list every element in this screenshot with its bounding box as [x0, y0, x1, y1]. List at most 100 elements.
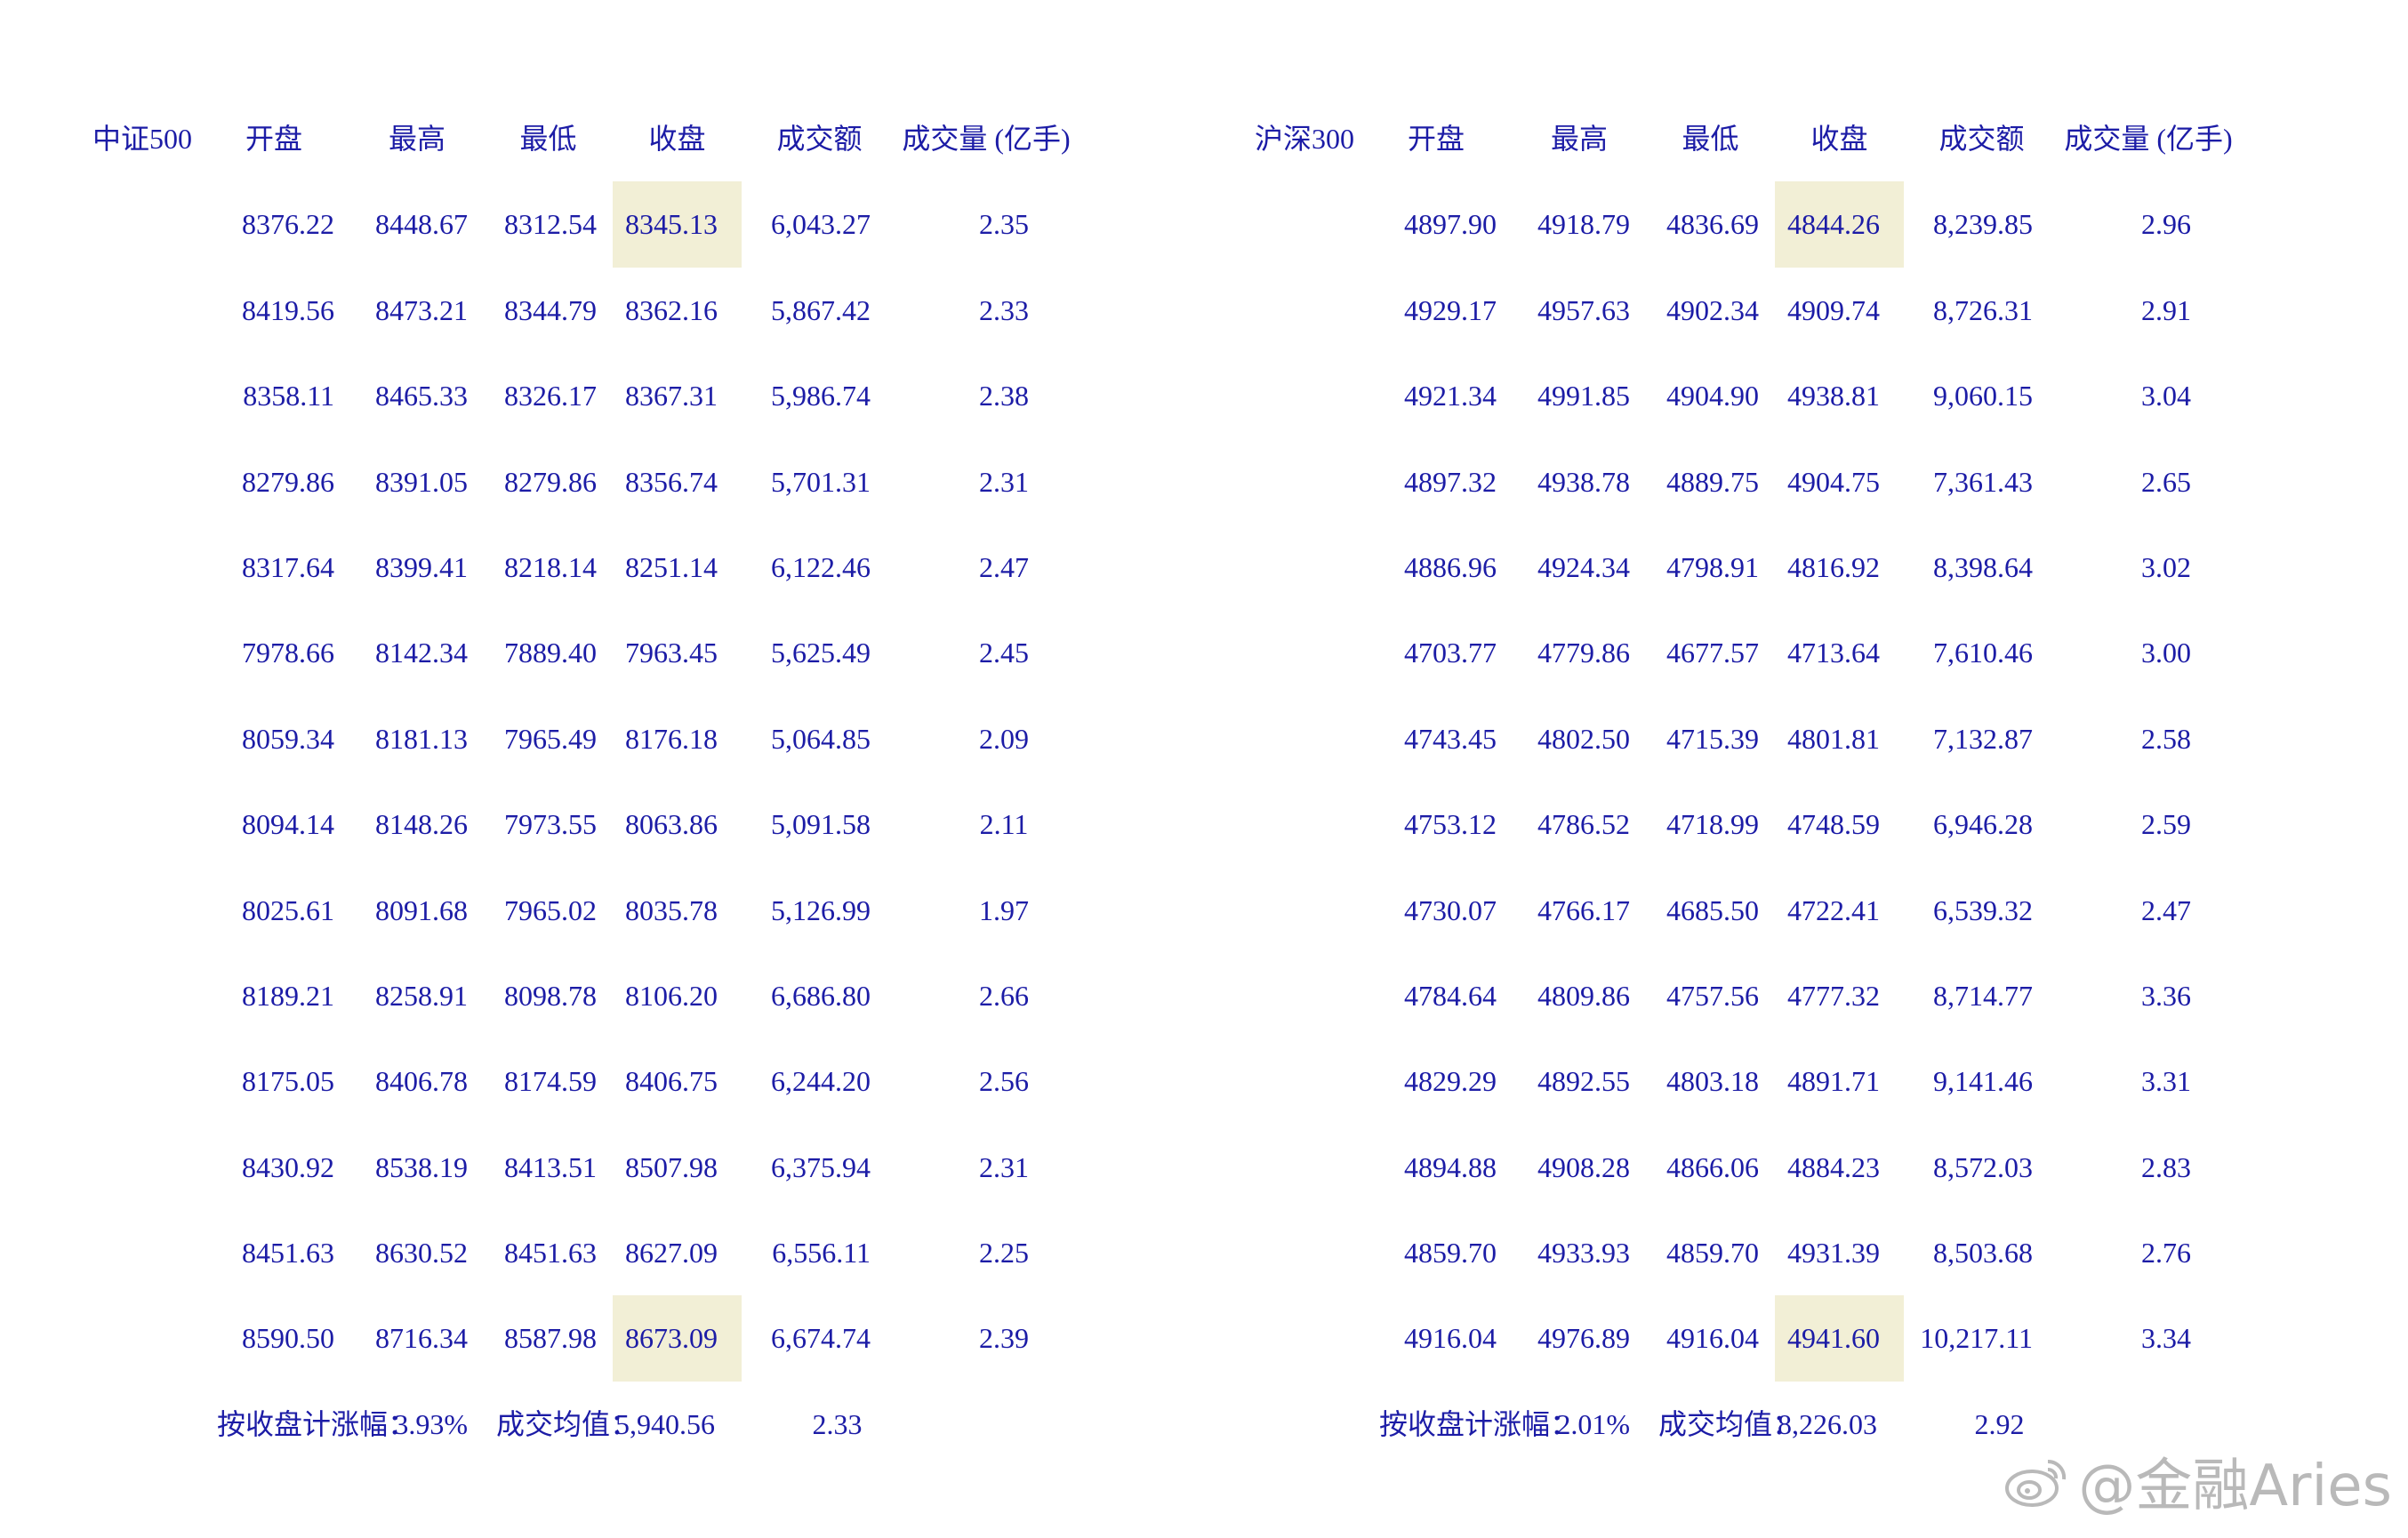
cell-open: 8279.86	[242, 465, 334, 498]
cell-close: 4844.26	[1775, 181, 1904, 268]
cell-open: 4743.45	[1404, 722, 1497, 755]
cell-volume: 1.97	[979, 893, 1029, 926]
cell-low: 8098.78	[504, 979, 597, 1012]
row-spacer	[92, 525, 197, 610]
cell-close: 8035.78	[625, 893, 718, 926]
cell-low: 8279.86	[504, 465, 597, 498]
hs300-table: 沪深300 开盘 最高 最低 收盘 成交额 成交量 (亿手) 4897.90 4918.79 48…	[1255, 96, 2237, 1467]
cell-open: 8376.22	[242, 208, 334, 241]
cell-close: 8507.98	[625, 1150, 718, 1183]
table-row: 8094.14 8148.26 7973.55 8063.86 5,091.58 2.11	[92, 781, 1075, 867]
cell-open: 4829.29	[1404, 1065, 1497, 1098]
cell-low: 7965.49	[504, 722, 597, 755]
cell-volume: 2.59	[2141, 808, 2191, 841]
cell-volume: 2.31	[979, 465, 1029, 498]
cell-close: 4816.92	[1787, 550, 1880, 583]
cell-volume: 2.25	[979, 1237, 1029, 1270]
cell-close: 4801.81	[1787, 722, 1880, 755]
cell-open: 8358.11	[243, 380, 334, 413]
table-row: 4859.70 4933.93 4859.70 4931.39 8,503.68 2.76	[1255, 1210, 2237, 1295]
cell-close: 8406.75	[625, 1065, 718, 1098]
cell-low: 7973.55	[504, 808, 597, 841]
cell-amount: 8,714.77	[1933, 979, 2033, 1012]
cell-low: 7889.40	[504, 637, 597, 669]
table-row: 4929.17 4957.63 4902.34 4909.74 8,726.31 2.91	[1255, 268, 2237, 353]
cell-amount: 6,686.80	[771, 979, 871, 1012]
row-spacer	[1255, 1125, 1360, 1210]
column-header-low: 最低	[1682, 123, 1739, 155]
cell-volume: 3.00	[2141, 637, 2191, 669]
summary-row: 按收盘计涨幅： 3.93% 成交均值： 5,940.56 2.33	[92, 1382, 1075, 1467]
cell-amount: 6,539.32	[1933, 893, 2033, 926]
cell-amount: 9,141.46	[1933, 1065, 2033, 1098]
row-spacer	[1255, 525, 1360, 610]
column-header-close: 收盘	[1810, 123, 1868, 155]
cell-high: 4786.52	[1537, 808, 1630, 841]
cell-amount: 5,625.49	[771, 637, 871, 669]
average-amount: 5,940.56	[615, 1407, 715, 1440]
column-header-amount: 成交额	[776, 123, 863, 155]
cell-low: 4715.39	[1666, 722, 1759, 755]
watermark: @金融Aries	[2003, 1440, 2392, 1522]
table-row: 4753.12 4786.52 4718.99 4748.59 6,946.28 2.59	[1255, 781, 2237, 867]
cell-open: 4897.90	[1404, 208, 1497, 241]
cell-low: 7965.02	[504, 893, 597, 926]
cell-volume: 2.38	[979, 380, 1029, 413]
cell-low: 4902.34	[1666, 293, 1759, 326]
table-row: 8451.63 8630.52 8451.63 8627.09 6,556.11 2.25	[92, 1210, 1075, 1295]
cell-high: 8399.41	[375, 550, 468, 583]
cell-amount: 5,064.85	[771, 722, 871, 755]
cell-volume: 2.65	[2141, 465, 2191, 498]
cell-volume: 3.34	[2141, 1322, 2191, 1355]
cell-low: 8218.14	[504, 550, 597, 583]
cell-close: 4931.39	[1787, 1237, 1880, 1270]
table-row: 7978.66 8142.34 7889.40 7963.45 5,625.49 2.45	[92, 610, 1075, 695]
column-header-high: 最高	[1550, 123, 1608, 155]
cell-close: 8673.09	[613, 1295, 742, 1382]
row-spacer	[1255, 953, 1360, 1038]
cell-close: 8362.16	[625, 293, 718, 326]
cell-amount: 9,060.15	[1933, 380, 2033, 413]
cell-close: 8176.18	[625, 722, 718, 755]
cell-open: 4784.64	[1404, 979, 1497, 1012]
table-row: 8590.50 8716.34 8587.98 8673.09 6,674.74 2.39	[92, 1295, 1075, 1382]
cell-low: 8413.51	[504, 1150, 597, 1183]
row-spacer	[92, 1210, 197, 1295]
table-row: 4897.90 4918.79 4836.69 4844.26 8,239.85 2.96	[1255, 181, 2237, 268]
cell-close: 4748.59	[1787, 808, 1880, 841]
cell-amount: 5,867.42	[771, 293, 871, 326]
cell-high: 8148.26	[375, 808, 468, 841]
cell-volume: 2.35	[979, 208, 1029, 241]
cell-low: 4836.69	[1666, 208, 1759, 241]
table-row: 4916.04 4976.89 4916.04 4941.60 10,217.11 3.3…	[1255, 1295, 2237, 1382]
cell-volume: 2.33	[979, 293, 1029, 326]
cell-close: 4891.71	[1787, 1065, 1880, 1098]
cell-high: 4957.63	[1537, 293, 1630, 326]
average-amount: 8,226.03	[1778, 1407, 1877, 1440]
cell-high: 4802.50	[1537, 722, 1630, 755]
row-spacer	[92, 953, 197, 1038]
cell-open: 4916.04	[1404, 1322, 1497, 1355]
cell-high: 8391.05	[375, 465, 468, 498]
cell-open: 8175.05	[242, 1065, 334, 1098]
cell-open: 8189.21	[242, 979, 334, 1012]
cell-high: 4933.93	[1537, 1237, 1630, 1270]
cell-volume: 2.91	[2141, 293, 2191, 326]
cell-amount: 5,986.74	[771, 380, 871, 413]
cell-high: 4908.28	[1537, 1150, 1630, 1183]
table-row: 4886.96 4924.34 4798.91 4816.92 8,398.64 3.02	[1255, 525, 2237, 610]
cell-close: 8356.74	[625, 465, 718, 498]
table-row: 4743.45 4802.50 4715.39 4801.81 7,132.87 2.58	[1255, 696, 2237, 781]
row-spacer	[92, 1125, 197, 1210]
cell-amount: 7,361.43	[1933, 465, 2033, 498]
gain-value: 2.01%	[1556, 1407, 1630, 1440]
cell-close: 4904.75	[1787, 465, 1880, 498]
cell-high: 4976.89	[1537, 1322, 1630, 1355]
cell-volume: 3.31	[2141, 1065, 2191, 1098]
cell-open: 8590.50	[242, 1322, 334, 1355]
cell-volume: 2.11	[979, 808, 1029, 841]
cell-low: 8312.54	[504, 208, 597, 241]
row-spacer	[92, 1295, 197, 1381]
cell-low: 4866.06	[1666, 1150, 1759, 1183]
cell-amount: 6,946.28	[1933, 808, 2033, 841]
